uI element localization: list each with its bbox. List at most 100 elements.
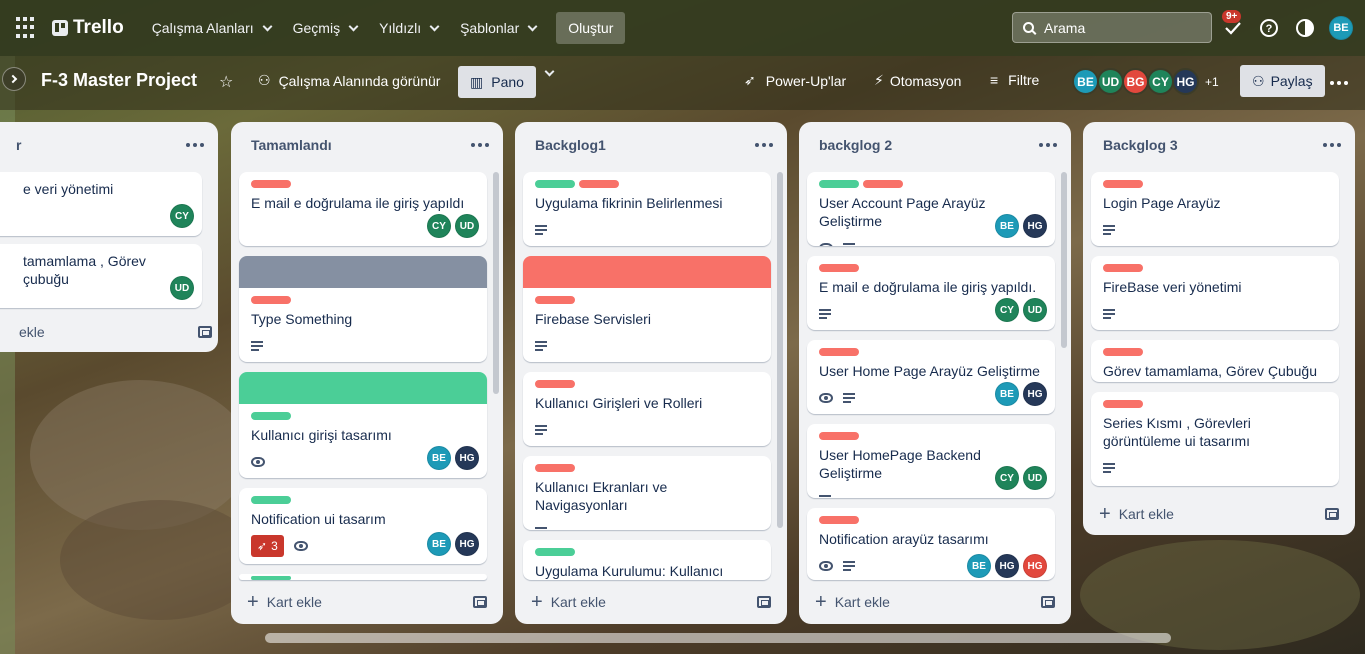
create-button[interactable]: Oluştur <box>556 12 626 44</box>
nav-workspaces[interactable]: Çalışma Alanları <box>142 12 281 44</box>
card[interactable]: Notification arayüz tasarımı BE HG HG <box>807 508 1055 580</box>
board-horizontal-scrollbar[interactable] <box>265 633 1171 643</box>
list-title[interactable]: r <box>16 137 21 153</box>
card[interactable]: Görev tamamlama, Görev Çubuğu <box>1091 340 1339 382</box>
card-member-avatar[interactable]: HG <box>1023 382 1047 406</box>
user-avatar[interactable]: BE <box>1329 16 1353 40</box>
view-switcher[interactable] <box>544 66 555 77</box>
nav-recent[interactable]: Geçmiş <box>283 12 367 44</box>
card-member-avatar[interactable]: CY <box>995 298 1019 322</box>
list-title[interactable]: Tamamlandı <box>251 137 332 153</box>
card-title: Firebase Servisleri <box>535 311 651 327</box>
card[interactable]: User Home Page Arayüz Geliştirme BE HG <box>807 340 1055 414</box>
card-template-icon[interactable] <box>198 326 212 338</box>
card-template-icon[interactable] <box>473 596 487 608</box>
list-menu-icon[interactable] <box>186 143 204 147</box>
star-icon[interactable]: ☆ <box>219 72 233 92</box>
card-member-avatar[interactable]: HG <box>1023 214 1047 238</box>
board-menu-icon[interactable] <box>1330 81 1348 85</box>
card-member-avatar[interactable]: UD <box>1023 466 1047 490</box>
card[interactable]: Firebase Servisleri <box>523 256 771 362</box>
board-members[interactable]: BE UD BG CY HG +1 <box>1072 68 1219 95</box>
card-template-icon[interactable] <box>1325 508 1339 520</box>
card-member-avatar[interactable]: HG <box>995 554 1019 578</box>
card[interactable]: E mail e doğrulama ile giriş yapıldı CY … <box>239 172 487 246</box>
card[interactable]: User Account Page Arayüz Geliştirme BE H… <box>807 172 1055 246</box>
card-member-avatar[interactable]: BE <box>427 446 451 470</box>
add-card-button[interactable]: + Kart ekle <box>1099 498 1339 530</box>
card[interactable]: Uygulama Kurulumu: Kullanıcı <box>523 540 771 580</box>
card-member-avatar[interactable]: CY <box>995 466 1019 490</box>
card[interactable]: Series Kısmı , Görevleri görüntüleme ui … <box>1091 392 1339 486</box>
apps-grid-icon[interactable] <box>16 17 38 39</box>
description-icon <box>1103 309 1115 319</box>
card[interactable]: Uygulama fikrinin Belirlenmesi <box>523 172 771 246</box>
filter-button[interactable]: ≡ Filtre <box>990 72 1039 88</box>
card[interactable]: Kullanıcı Ekranları ve Navigasyonları <box>523 456 771 530</box>
automation-button[interactable]: ⚡ Otomasyon <box>874 72 961 89</box>
board-title[interactable]: F-3 Master Project <box>41 70 197 91</box>
card-member-avatar[interactable]: CY <box>170 204 194 228</box>
member-avatar[interactable]: UD <box>1097 68 1124 95</box>
card-template-icon[interactable] <box>1041 596 1055 608</box>
card-template-icon[interactable] <box>757 596 771 608</box>
sidebar-expand-button[interactable] <box>2 67 26 91</box>
list-scrollbar[interactable] <box>1061 172 1067 348</box>
visibility-button[interactable]: ⚇ Çalışma Alanında görünür <box>258 72 440 89</box>
card-member-avatar[interactable]: BE <box>967 554 991 578</box>
add-card-button[interactable]: + Kart ekle <box>531 586 771 618</box>
card-member-avatar[interactable]: HG <box>455 446 479 470</box>
search-input[interactable] <box>1044 19 1194 36</box>
add-card-button[interactable]: + Kart ekle <box>815 586 1055 618</box>
card[interactable]: User HomePage Backend Geliştirme CY UD <box>807 424 1055 498</box>
add-card-button[interactable]: + Kart ekle <box>247 586 487 618</box>
trello-logo[interactable]: Trello <box>52 17 124 39</box>
list-menu-icon[interactable] <box>471 143 489 147</box>
card[interactable]: E mail e doğrulama ile giriş yapıldı. CY… <box>807 256 1055 330</box>
card-member-avatar[interactable]: HG <box>1023 554 1047 578</box>
card[interactable]: tamamlama , Görev çubuğu UD <box>0 244 202 308</box>
card[interactable]: Notification ui tasarım ➶ 3 BE HG <box>239 488 487 564</box>
card-member-avatar[interactable]: HG <box>455 532 479 556</box>
powerups-button[interactable]: ➶ Power-Up'lar <box>744 72 846 89</box>
card-member-avatar[interactable]: UD <box>455 214 479 238</box>
nav-starred[interactable]: Yıldızlı <box>369 12 448 44</box>
help-icon[interactable]: ? <box>1258 17 1280 39</box>
description-icon <box>843 393 855 403</box>
theme-toggle-icon[interactable] <box>1294 17 1316 39</box>
card-member-avatar[interactable]: BE <box>995 382 1019 406</box>
card[interactable]: Type Something <box>239 256 487 362</box>
member-avatar[interactable]: BE <box>1072 68 1099 95</box>
card[interactable]: e veri yönetimi CY <box>0 172 202 236</box>
list-scrollbar[interactable] <box>777 172 783 528</box>
list-title[interactable]: Backglog 3 <box>1103 137 1178 153</box>
members-more-count[interactable]: +1 <box>1205 75 1219 89</box>
card-member-avatar[interactable]: BE <box>995 214 1019 238</box>
card[interactable]: Login Page Arayüz <box>1091 172 1339 246</box>
notification-badge[interactable]: ➶ 3 <box>251 535 284 557</box>
member-avatar[interactable]: BG <box>1122 68 1149 95</box>
add-card-button[interactable]: ekle <box>0 316 212 348</box>
watch-icon <box>819 393 833 403</box>
nav-templates[interactable]: Şablonlar <box>450 12 546 44</box>
card[interactable]: Kullanıcı girişi tasarımı BE HG <box>239 372 487 478</box>
list-menu-icon[interactable] <box>1323 143 1341 147</box>
list-scrollbar[interactable] <box>493 172 499 394</box>
list-title[interactable]: backglog 2 <box>819 137 892 153</box>
card[interactable]: FireBase veri yönetimi <box>1091 256 1339 330</box>
member-avatar[interactable]: CY <box>1147 68 1174 95</box>
board-view-button[interactable]: ▥ Pano <box>458 66 536 98</box>
card[interactable]: Kullanıcı Girişleri ve Rolleri <box>523 372 771 446</box>
list-title[interactable]: Backglog1 <box>535 137 606 153</box>
list-menu-icon[interactable] <box>1039 143 1057 147</box>
card-member-avatar[interactable]: BE <box>427 532 451 556</box>
card-partial[interactable] <box>239 574 487 580</box>
card-member-avatar[interactable]: UD <box>170 276 194 300</box>
share-button[interactable]: ⚇ Paylaş <box>1240 65 1325 97</box>
card-member-avatar[interactable]: UD <box>1023 298 1047 322</box>
card-member-avatar[interactable]: CY <box>427 214 451 238</box>
member-avatar[interactable]: HG <box>1172 68 1199 95</box>
card-members: BE HG <box>995 214 1047 238</box>
list-menu-icon[interactable] <box>755 143 773 147</box>
search-box[interactable] <box>1012 12 1212 43</box>
